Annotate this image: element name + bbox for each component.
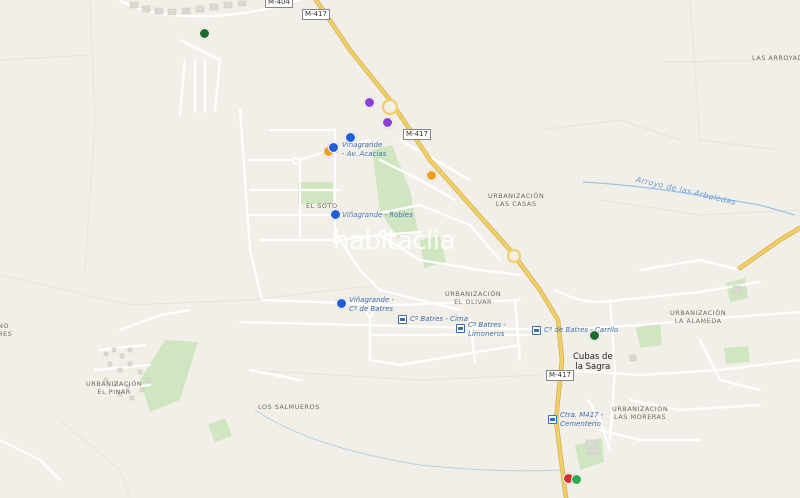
area-label-urb-las-casas: URBANIZACIÓN LAS CASAS — [488, 192, 545, 208]
map-marker[interactable] — [382, 117, 393, 128]
area-label-urb-las-moreras: URBANIZACIÓN LAS MORERAS — [612, 405, 669, 421]
bus-stop-icon[interactable] — [532, 326, 541, 335]
road-shield-m404: M-404 — [265, 0, 293, 8]
area-label-las-arroyadas: LAS ARROYADAS — [752, 54, 800, 62]
map-marker[interactable] — [328, 142, 339, 153]
road-shield-m417: M-417 — [546, 370, 574, 381]
area-label-urb-el-olivar: URBANIZACIÓN EL OLIVAR — [445, 290, 502, 306]
watermark: habitaclia — [333, 226, 455, 256]
bus-stop-label-cima: Cº Batres - Cima — [410, 315, 468, 323]
road-shield-m417: M-417 — [302, 9, 330, 20]
bus-stop-label-acacias: Viñagrande - Av. Acacias — [342, 141, 387, 158]
bus-stop-label-carrilo: Cº de Batres - Carrilo — [544, 326, 619, 334]
map-canvas[interactable]: habitaclia M-404 M-417 M-417 M-417 LAS A… — [0, 0, 800, 498]
map-marker[interactable] — [330, 209, 341, 220]
bus-stop-label-limoneros: Cº Batres - Limoneros — [468, 321, 506, 338]
bus-stop-icon[interactable] — [548, 415, 557, 424]
area-label-los-salmueros: LOS SALMUEROS — [258, 403, 320, 411]
bus-stop-label-robles: Viñagrande - Robles — [342, 211, 413, 219]
map-marker[interactable] — [364, 97, 375, 108]
area-label-urb-la-alameda: URBANIZACIÓN LA ALAMEDA — [670, 309, 727, 325]
area-label-urb-el-pinar: URBANIZACIÓN EL PINAR — [86, 380, 143, 396]
town-label-cubas-de-la-sagra: Cubas de la Sagra — [573, 352, 613, 372]
map-marker[interactable] — [345, 132, 356, 143]
bus-stop-icon[interactable] — [398, 315, 407, 324]
area-label-edge: NO RES — [0, 322, 13, 338]
map-marker[interactable] — [426, 170, 437, 181]
map-marker[interactable] — [336, 298, 347, 309]
map-marker[interactable] — [199, 28, 210, 39]
bus-stop-label-cementerio: Ctra. M417 - Cementerio — [560, 411, 604, 428]
bus-stop-label-batres: Viñagrande - Cº de Batres — [349, 296, 395, 313]
bus-stop-icon[interactable] — [456, 324, 465, 333]
map-marker[interactable] — [589, 330, 600, 341]
map-marker[interactable] — [571, 474, 582, 485]
road-shield-m417: M-417 — [403, 129, 431, 140]
